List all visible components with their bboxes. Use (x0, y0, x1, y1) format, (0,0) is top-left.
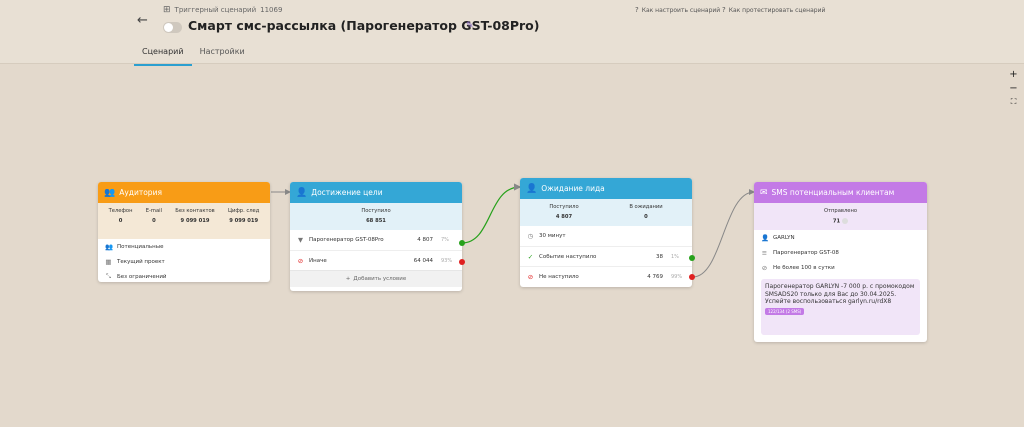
wait-row-not-happened: ⊘ Не наступило 4 769 99% (520, 266, 692, 286)
goal-yes-port[interactable] (459, 240, 465, 246)
scenario-type-icon: ⊞ (163, 5, 171, 15)
breadcrumb-type: Триггерный сценарий (174, 6, 257, 14)
wait-row-duration: ◷ 30 минут (527, 232, 566, 240)
zoom-controls: + − ⛶ (1008, 69, 1019, 107)
audience-header: 👥 Аудитория (98, 182, 270, 203)
wait-stats: Поступило 4 807 В ожидании 0 (520, 199, 692, 226)
stat-digital-trace: Цифр. след 9 099 019 (227, 208, 260, 224)
filter-icon: ▼ (298, 236, 303, 244)
help-link-test[interactable]: ? Как протестировать сценарий (722, 6, 825, 14)
wait-title: Ожидание лида (541, 184, 605, 193)
block-icon: ⊘ (527, 272, 534, 281)
sms-card[interactable]: ✉ SMS потенциальным клиентам Отправлено 7… (754, 182, 927, 342)
plus-icon: + (345, 276, 351, 282)
audience-title: Аудитория (119, 188, 162, 197)
sms-stats: Отправлено 71 (754, 203, 927, 230)
scenario-header: ← ⊞ Триггерный сценарий 11069 Смарт смс-… (0, 0, 1024, 66)
add-condition-button[interactable]: + Добавить условие (290, 270, 462, 287)
sms-output-port[interactable] (922, 190, 927, 196)
tab-scenario[interactable]: Сценарий (134, 44, 192, 66)
breadcrumb: ⊞ Триггерный сценарий 11069 (163, 5, 282, 15)
stat-phone: Телефон 0 (108, 208, 133, 224)
sms-icon: ✉ (760, 187, 768, 198)
sms-header: ✉ SMS потенциальным клиентам (754, 182, 927, 203)
help-link-setup[interactable]: ? Как настроить сценарий (635, 6, 720, 14)
block-icon: ⊘ (297, 256, 304, 265)
zoom-in-button[interactable]: + (1009, 69, 1017, 80)
wait-yes-port[interactable] (689, 255, 695, 261)
users-icon: 👥 (104, 187, 116, 198)
user-clock-icon: 👤 (526, 183, 538, 194)
back-arrow-icon[interactable]: ← (137, 13, 148, 28)
goal-row-else: ⊘ Иначе 64 044 93% (290, 250, 462, 270)
wait-row-event-happened: ✓ Событие наступило 38 1% (520, 246, 692, 266)
sms-title: SMS потенциальным клиентам (771, 188, 895, 197)
goal-no-port[interactable] (459, 259, 465, 265)
sms-row-product: ≡ Парогенератор GST-08 (761, 248, 839, 257)
goal-title: Достижение цели (311, 188, 383, 197)
audience-row-limits: ⤡ Без ограничений (105, 272, 167, 280)
audience-stats: Телефон 0 E-mail 0 Без контактов 9 099 019 … (98, 203, 270, 239)
wait-header: 👤 Ожидание лида (520, 178, 692, 199)
breadcrumb-id: 11069 (260, 6, 283, 14)
check-icon: ✓ (527, 252, 534, 261)
zoom-out-button[interactable]: − (1009, 83, 1017, 94)
users-icon: 👥 (105, 242, 114, 251)
sms-length-badge: 122/134 (2 SMS) (765, 307, 805, 315)
tabs: Сценарий Настройки (134, 44, 253, 66)
connector-wait-sms (692, 189, 755, 278)
audience-row-potential: 👥 Потенциальные (105, 242, 164, 251)
goal-stats: Поступило 68 851 (290, 203, 462, 230)
tab-settings[interactable]: Настройки (192, 44, 253, 66)
wait-lead-card[interactable]: 👤 Ожидание лида Поступило 4 807 В ожидани… (520, 178, 692, 287)
help-icon: ? (635, 6, 639, 14)
no-limit-icon: ⤡ (105, 272, 112, 280)
scenario-active-toggle[interactable] (163, 22, 182, 33)
stat-email: E-mail 0 (145, 208, 163, 224)
building-icon: ▦ (105, 257, 112, 266)
limit-icon: ⊘ (761, 263, 768, 272)
help-icon: ? (722, 6, 726, 14)
edit-pencil-icon[interactable]: ✎ (466, 21, 474, 31)
clock-icon: ◷ (527, 232, 534, 240)
stat-no-contacts: Без контактов 9 099 019 (175, 208, 215, 224)
wait-no-port[interactable] (689, 274, 695, 280)
user-target-icon: 👤 (296, 187, 308, 198)
page-title: Смарт смс-рассылка (Парогенератор GST-08… (188, 18, 540, 33)
goal-card[interactable]: 👤 Достижение цели Поступило 68 851 ▼ Паро… (290, 182, 462, 291)
audience-row-project: ▦ Текущий проект (105, 257, 165, 266)
audience-card[interactable]: 👥 Аудитория Телефон 0 E-mail 0 Без контакт… (98, 182, 270, 282)
sms-message-preview[interactable]: Парогенератор GARLYN -7 000 р. с промоко… (761, 279, 920, 335)
connector-goal-wait (461, 183, 522, 244)
sms-row-sender: 👤 GARLYN (761, 233, 795, 242)
user-icon: 👤 (761, 233, 770, 242)
sms-message-text: Парогенератор GARLYN -7 000 р. с промоко… (765, 283, 915, 306)
info-icon (842, 218, 849, 224)
list-icon: ≡ (761, 248, 768, 257)
fit-screen-button[interactable]: ⛶ (1011, 97, 1017, 107)
sms-row-limit: ⊘ Не более 100 в сутки (761, 263, 835, 272)
goal-row-product: ▼ Парогенератор GST-08Pro 4 807 7% (298, 236, 449, 244)
audience-output-port[interactable] (265, 190, 270, 196)
goal-header: 👤 Достижение цели (290, 182, 462, 203)
